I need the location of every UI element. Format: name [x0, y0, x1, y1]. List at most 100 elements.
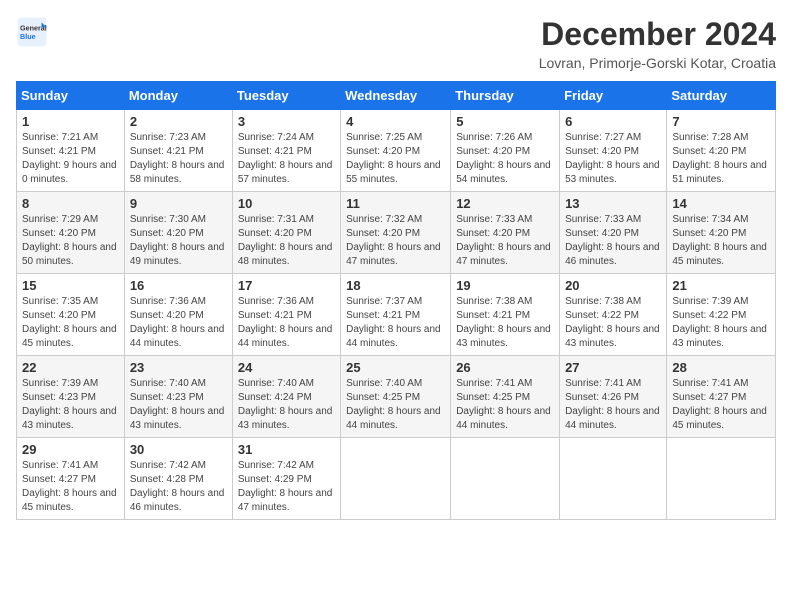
day-info: Sunrise: 7:32 AMSunset: 4:20 PMDaylight:…	[346, 213, 445, 269]
day-info: Sunrise: 7:33 AMSunset: 4:20 PMDaylight:…	[565, 213, 661, 269]
day-cell: 7 Sunrise: 7:28 AMSunset: 4:20 PMDaylight…	[667, 110, 776, 192]
day-headers-row: SundayMondayTuesdayWednesdayThursdayFrid…	[17, 82, 776, 110]
week-row-2: 8 Sunrise: 7:29 AMSunset: 4:20 PMDaylight…	[17, 192, 776, 274]
day-cell: 28 Sunrise: 7:41 AMSunset: 4:27 PMDayligh…	[667, 356, 776, 438]
day-header-tuesday: Tuesday	[232, 82, 340, 110]
day-info: Sunrise: 7:23 AMSunset: 4:21 PMDaylight:…	[130, 131, 227, 187]
day-number: 27	[565, 360, 661, 375]
day-cell	[451, 438, 560, 520]
day-cell: 14 Sunrise: 7:34 AMSunset: 4:20 PMDayligh…	[667, 192, 776, 274]
day-cell: 29 Sunrise: 7:41 AMSunset: 4:27 PMDayligh…	[17, 438, 125, 520]
day-number: 12	[456, 196, 554, 211]
day-number: 1	[22, 114, 119, 129]
day-cell: 15Sunrise: 7:35 AMSunset: 4:20 PMDayligh…	[17, 274, 125, 356]
day-info: Sunrise: 7:29 AMSunset: 4:20 PMDaylight:…	[22, 213, 119, 269]
day-cell: 4 Sunrise: 7:25 AMSunset: 4:20 PMDaylight…	[341, 110, 451, 192]
day-cell: 12 Sunrise: 7:33 AMSunset: 4:20 PMDayligh…	[451, 192, 560, 274]
day-number: 24	[238, 360, 335, 375]
day-info: Sunrise: 7:36 AMSunset: 4:21 PMDaylight:…	[238, 295, 335, 351]
day-cell: 6 Sunrise: 7:27 AMSunset: 4:20 PMDaylight…	[560, 110, 667, 192]
day-cell: 20 Sunrise: 7:38 AMSunset: 4:22 PMDayligh…	[560, 274, 667, 356]
day-number: 25	[346, 360, 445, 375]
day-number: 9	[130, 196, 227, 211]
day-info: Sunrise: 7:25 AMSunset: 4:20 PMDaylight:…	[346, 131, 445, 187]
day-cell	[667, 438, 776, 520]
day-info: Sunrise: 7:38 AMSunset: 4:21 PMDaylight:…	[456, 295, 554, 351]
day-info: Sunrise: 7:40 AMSunset: 4:23 PMDaylight:…	[130, 377, 227, 433]
day-number: 31	[238, 442, 335, 457]
day-number: 10	[238, 196, 335, 211]
day-cell: 1 Sunrise: 7:21 AMSunset: 4:21 PMDaylight…	[17, 110, 125, 192]
week-row-3: 15Sunrise: 7:35 AMSunset: 4:20 PMDayligh…	[17, 274, 776, 356]
day-cell: 30Sunrise: 7:42 AMSunset: 4:28 PMDayligh…	[124, 438, 232, 520]
day-number: 11	[346, 196, 445, 211]
day-cell: 19Sunrise: 7:38 AMSunset: 4:21 PMDayligh…	[451, 274, 560, 356]
day-cell: 2 Sunrise: 7:23 AMSunset: 4:21 PMDaylight…	[124, 110, 232, 192]
day-info: Sunrise: 7:35 AMSunset: 4:20 PMDaylight:…	[22, 295, 119, 351]
day-number: 29	[22, 442, 119, 457]
calendar-table: SundayMondayTuesdayWednesdayThursdayFrid…	[16, 81, 776, 520]
day-cell: 31 Sunrise: 7:42 AMSunset: 4:29 PMDayligh…	[232, 438, 340, 520]
day-number: 28	[672, 360, 770, 375]
day-info: Sunrise: 7:33 AMSunset: 4:20 PMDaylight:…	[456, 213, 554, 269]
day-number: 16	[130, 278, 227, 293]
location-title: Lovran, Primorje-Gorski Kotar, Croatia	[539, 55, 776, 71]
day-number: 4	[346, 114, 445, 129]
day-info: Sunrise: 7:28 AMSunset: 4:20 PMDaylight:…	[672, 131, 770, 187]
day-info: Sunrise: 7:38 AMSunset: 4:22 PMDaylight:…	[565, 295, 661, 351]
day-cell: 23 Sunrise: 7:40 AMSunset: 4:23 PMDayligh…	[124, 356, 232, 438]
day-header-wednesday: Wednesday	[341, 82, 451, 110]
day-cell: 16Sunrise: 7:36 AMSunset: 4:20 PMDayligh…	[124, 274, 232, 356]
day-cell: 13 Sunrise: 7:33 AMSunset: 4:20 PMDayligh…	[560, 192, 667, 274]
day-number: 30	[130, 442, 227, 457]
day-number: 20	[565, 278, 661, 293]
day-info: Sunrise: 7:39 AMSunset: 4:23 PMDaylight:…	[22, 377, 119, 433]
day-info: Sunrise: 7:34 AMSunset: 4:20 PMDaylight:…	[672, 213, 770, 269]
day-number: 22	[22, 360, 119, 375]
day-info: Sunrise: 7:41 AMSunset: 4:25 PMDaylight:…	[456, 377, 554, 433]
day-number: 18	[346, 278, 445, 293]
day-header-friday: Friday	[560, 82, 667, 110]
day-number: 6	[565, 114, 661, 129]
day-info: Sunrise: 7:42 AMSunset: 4:29 PMDaylight:…	[238, 459, 335, 515]
day-cell: 10 Sunrise: 7:31 AMSunset: 4:20 PMDayligh…	[232, 192, 340, 274]
day-info: Sunrise: 7:41 AMSunset: 4:27 PMDaylight:…	[672, 377, 770, 433]
day-cell: 3 Sunrise: 7:24 AMSunset: 4:21 PMDaylight…	[232, 110, 340, 192]
day-number: 26	[456, 360, 554, 375]
day-number: 21	[672, 278, 770, 293]
day-number: 2	[130, 114, 227, 129]
day-info: Sunrise: 7:41 AMSunset: 4:27 PMDaylight:…	[22, 459, 119, 515]
day-info: Sunrise: 7:26 AMSunset: 4:20 PMDaylight:…	[456, 131, 554, 187]
day-cell: 8 Sunrise: 7:29 AMSunset: 4:20 PMDaylight…	[17, 192, 125, 274]
day-number: 5	[456, 114, 554, 129]
day-number: 14	[672, 196, 770, 211]
day-info: Sunrise: 7:41 AMSunset: 4:26 PMDaylight:…	[565, 377, 661, 433]
day-number: 3	[238, 114, 335, 129]
week-row-4: 22 Sunrise: 7:39 AMSunset: 4:23 PMDayligh…	[17, 356, 776, 438]
header: General Blue December 2024 Lovran, Primo…	[16, 16, 776, 71]
day-number: 13	[565, 196, 661, 211]
day-cell: 24Sunrise: 7:40 AMSunset: 4:24 PMDayligh…	[232, 356, 340, 438]
day-info: Sunrise: 7:21 AMSunset: 4:21 PMDaylight:…	[22, 131, 119, 187]
day-header-saturday: Saturday	[667, 82, 776, 110]
day-info: Sunrise: 7:31 AMSunset: 4:20 PMDaylight:…	[238, 213, 335, 269]
day-cell: 9 Sunrise: 7:30 AMSunset: 4:20 PMDaylight…	[124, 192, 232, 274]
day-number: 17	[238, 278, 335, 293]
svg-text:Blue: Blue	[20, 32, 36, 41]
day-info: Sunrise: 7:39 AMSunset: 4:22 PMDaylight:…	[672, 295, 770, 351]
title-area: December 2024 Lovran, Primorje-Gorski Ko…	[539, 16, 776, 71]
logo-icon: General Blue	[16, 16, 48, 48]
day-number: 8	[22, 196, 119, 211]
day-cell: 17 Sunrise: 7:36 AMSunset: 4:21 PMDayligh…	[232, 274, 340, 356]
day-info: Sunrise: 7:27 AMSunset: 4:20 PMDaylight:…	[565, 131, 661, 187]
day-cell	[560, 438, 667, 520]
day-cell: 26 Sunrise: 7:41 AMSunset: 4:25 PMDayligh…	[451, 356, 560, 438]
week-row-1: 1 Sunrise: 7:21 AMSunset: 4:21 PMDaylight…	[17, 110, 776, 192]
day-cell: 21 Sunrise: 7:39 AMSunset: 4:22 PMDayligh…	[667, 274, 776, 356]
day-cell: 18Sunrise: 7:37 AMSunset: 4:21 PMDayligh…	[341, 274, 451, 356]
day-number: 23	[130, 360, 227, 375]
day-number: 7	[672, 114, 770, 129]
day-info: Sunrise: 7:24 AMSunset: 4:21 PMDaylight:…	[238, 131, 335, 187]
day-info: Sunrise: 7:30 AMSunset: 4:20 PMDaylight:…	[130, 213, 227, 269]
day-cell: 27 Sunrise: 7:41 AMSunset: 4:26 PMDayligh…	[560, 356, 667, 438]
